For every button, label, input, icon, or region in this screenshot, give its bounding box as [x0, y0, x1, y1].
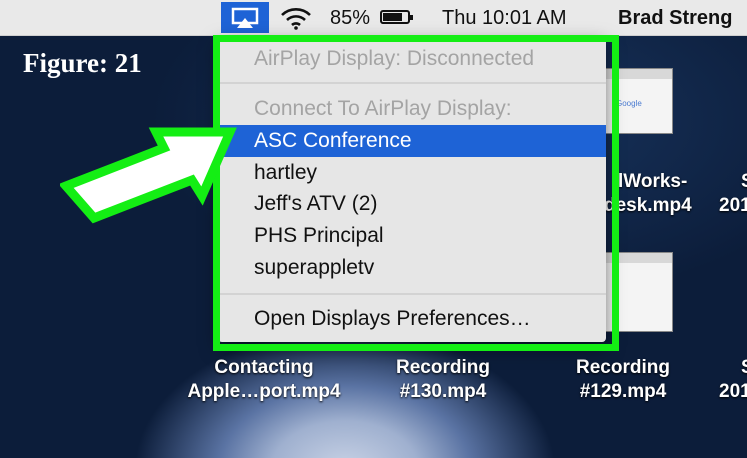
desktop-icon-label-recording-130[interactable]: Recording #130.mp4	[378, 356, 508, 404]
airplay-icon	[231, 7, 259, 28]
battery-icon[interactable]	[380, 10, 413, 24]
menu-section-header: Connect To AirPlay Display:	[254, 97, 512, 120]
desktop-icon-label-partial[interactable]: S 201	[719, 356, 747, 404]
menu-item-phs-principal[interactable]: PHS Principal	[218, 220, 606, 252]
desktop-label-partial-1[interactable]: lWorks- desk.mp4	[600, 170, 692, 218]
desktop-icon-label-contacting[interactable]: Contacting Apple…port.mp4	[178, 356, 350, 404]
menu-item-jeffs-atv[interactable]: Jeff's ATV (2)	[218, 188, 606, 220]
menu-item-asc-conference[interactable]: ASC Conference	[218, 125, 606, 157]
menu-separator	[218, 293, 606, 295]
wifi-icon[interactable]	[279, 6, 313, 30]
menu-status-disconnected: AirPlay Display: Disconnected	[254, 47, 535, 70]
menu-separator	[218, 82, 606, 84]
menu-item-open-displays-preferences[interactable]: Open Displays Preferences…	[218, 303, 606, 335]
desktop-icon-label-recording-129[interactable]: Recording #129.mp4	[558, 356, 688, 404]
file-thumbnail-recording[interactable]	[605, 252, 673, 332]
thumbnail-text: Google	[616, 99, 642, 108]
airplay-dropdown-menu: AirPlay Display: Disconnected Connect To…	[218, 37, 606, 342]
menubar-clock[interactable]: Thu 10:01 AM	[442, 7, 567, 30]
file-thumbnail-google[interactable]: Google	[605, 68, 673, 134]
battery-percent[interactable]: 85%	[330, 7, 370, 30]
menu-bar: 85% Thu 10:01 AM Brad Streng	[0, 0, 747, 36]
airplay-menu-button[interactable]	[221, 2, 269, 33]
desktop-label-partial-2[interactable]: S 201	[719, 170, 747, 218]
figure-label: Figure: 21	[23, 48, 142, 78]
pointer-arrow-icon	[60, 127, 237, 224]
menubar-user[interactable]: Brad Streng	[618, 7, 732, 30]
menu-item-superappletv[interactable]: superappletv	[218, 252, 606, 284]
menu-item-hartley[interactable]: hartley	[218, 157, 606, 189]
